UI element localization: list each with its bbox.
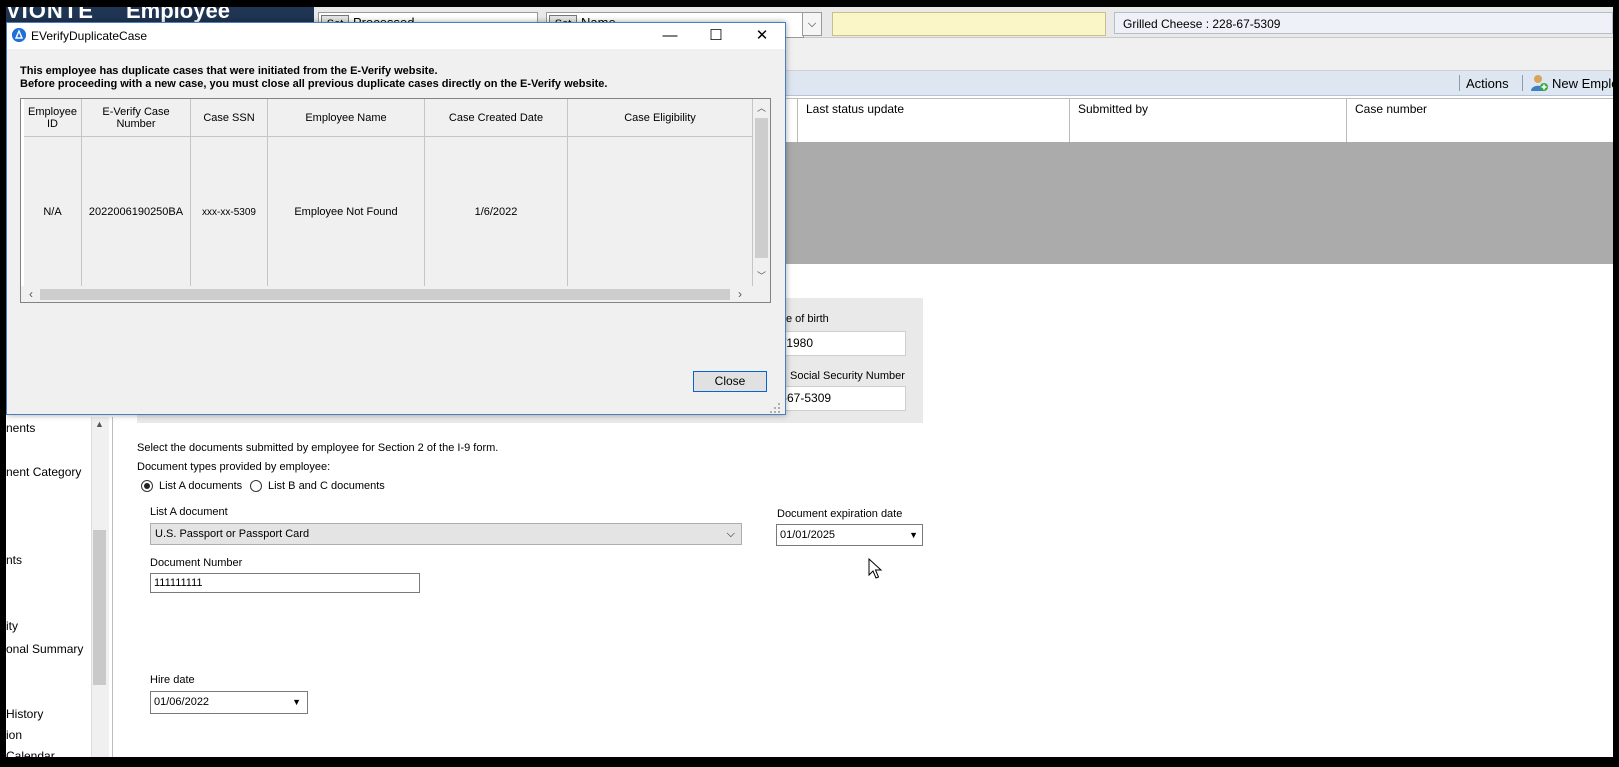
scroll-down-icon[interactable]: ﹀ xyxy=(754,269,769,282)
separator xyxy=(1522,75,1523,91)
screen-frame xyxy=(0,0,1619,7)
dialog-message-line2: Before proceeding with a new case, you m… xyxy=(20,78,608,90)
documents-instruction: Select the documents submitted by employ… xyxy=(137,442,499,454)
doc-expiration-label: Document expiration date xyxy=(777,508,903,520)
left-nav-item[interactable]: nents xyxy=(6,421,35,435)
column-submitted-by[interactable]: Submitted by xyxy=(1069,98,1346,120)
left-nav-item[interactable]: ity xyxy=(6,619,18,633)
new-employee-button[interactable]: New Emplo xyxy=(1552,76,1613,91)
column-employee-name[interactable]: Employee Name xyxy=(268,99,425,137)
column-case-ssn[interactable]: Case SSN xyxy=(191,99,268,137)
current-employee-field: Grilled Cheese : 228-67-5309 xyxy=(1114,12,1613,34)
cell-everify-case-number[interactable]: 2022006190250BA xyxy=(82,137,191,287)
screen-frame xyxy=(0,757,1619,767)
mouse-pointer-icon xyxy=(868,558,883,579)
table-vertical-scroll-thumb[interactable] xyxy=(755,118,768,258)
dob-field[interactable]: /1980 xyxy=(778,331,906,356)
maximize-icon[interactable]: ☐ xyxy=(693,23,739,49)
ssn-field[interactable]: -67-5309 xyxy=(778,386,906,411)
minimize-icon[interactable]: — xyxy=(647,23,693,49)
left-nav-item[interactable]: Calendar xyxy=(6,749,55,757)
list-bc-radio[interactable] xyxy=(250,480,262,492)
column-case-eligibility[interactable]: Case Eligibility xyxy=(568,99,753,137)
list-a-radio-label[interactable]: List A documents xyxy=(159,480,242,492)
screen-frame xyxy=(0,0,6,767)
scroll-right-icon[interactable]: › xyxy=(733,287,747,301)
cell-case-ssn[interactable]: xxx-xx-5309 xyxy=(191,137,268,287)
ssn-label: Social Security Number xyxy=(790,370,905,382)
doc-expiration-value: 01/01/2025 xyxy=(780,529,836,541)
scroll-left-icon[interactable]: ‹ xyxy=(24,287,38,301)
scroll-up-icon[interactable]: ▲ xyxy=(92,419,107,429)
left-nav-scroll-thumb[interactable] xyxy=(93,530,106,685)
doc-expiration-date-picker[interactable]: 01/01/2025 ▼ xyxy=(776,524,923,546)
duplicate-cases-table: Employee ID E-Verify Case Number Case SS… xyxy=(20,98,771,303)
hire-date-value: 01/06/2022 xyxy=(154,696,210,708)
doc-number-field[interactable]: 111111111 xyxy=(150,573,420,593)
left-nav-item[interactable]: onal Summary xyxy=(6,642,83,656)
list-a-select-value: U.S. Passport or Passport Card xyxy=(155,528,310,540)
resize-grip-icon[interactable] xyxy=(769,402,781,414)
hire-date-picker[interactable]: 01/06/2022 ▼ xyxy=(150,691,308,714)
scroll-up-icon[interactable]: ︿ xyxy=(754,101,769,114)
doc-number-label: Document Number xyxy=(150,557,243,569)
hire-date-label: Hire date xyxy=(150,674,195,686)
grid-cell-divider xyxy=(1069,120,1070,142)
column-everify-case-number[interactable]: E-Verify Case Number xyxy=(82,99,191,137)
list-a-radio[interactable] xyxy=(141,480,153,492)
list-bc-radio-label[interactable]: List B and C documents xyxy=(268,480,385,492)
column-employee-id[interactable]: Employee ID xyxy=(24,99,82,137)
screen-frame xyxy=(1613,0,1619,767)
cell-case-created-date[interactable]: 1/6/2022 xyxy=(425,137,568,287)
dropdown-arrow-icon[interactable]: ▼ xyxy=(292,692,301,713)
column-case-number[interactable]: Case number xyxy=(1346,98,1613,120)
separator xyxy=(1459,75,1460,91)
list-a-select[interactable]: U.S. Passport or Passport Card ⌵ xyxy=(150,523,742,545)
left-nav-item[interactable]: History xyxy=(6,707,43,721)
everify-duplicate-case-dialog: EVerifyDuplicateCase — ☐ ✕ This employee… xyxy=(6,22,786,415)
left-nav-item[interactable]: nent Category xyxy=(6,465,81,479)
cell-employee-name[interactable]: Employee Not Found xyxy=(268,137,425,287)
app-icon xyxy=(12,28,26,42)
left-nav-item[interactable]: ion xyxy=(6,728,22,742)
dropdown-arrow-icon[interactable]: ▼ xyxy=(909,525,918,545)
grid-cell-divider xyxy=(1346,120,1347,142)
brand-text: VIONTE xyxy=(6,7,94,23)
chevron-down-icon: ⌵ xyxy=(726,528,735,540)
dialog-message-line1: This employee has duplicate cases that w… xyxy=(20,65,438,77)
divider xyxy=(112,417,113,757)
search-field[interactable] xyxy=(832,12,1106,36)
actions-menu[interactable]: Actions xyxy=(1466,76,1509,91)
left-nav-item[interactable]: nts xyxy=(6,553,22,567)
doc-types-label: Document types provided by employee: xyxy=(137,461,331,473)
cell-case-eligibility[interactable] xyxy=(568,137,753,287)
close-button[interactable]: Close xyxy=(693,371,767,392)
dialog-title: EVerifyDuplicateCase xyxy=(31,29,148,43)
grid-cell-divider xyxy=(797,120,798,142)
cell-employee-id[interactable]: N/A xyxy=(24,137,82,287)
table-horizontal-scroll-thumb[interactable] xyxy=(40,289,730,300)
dob-label: e of birth xyxy=(786,313,829,325)
close-icon[interactable]: ✕ xyxy=(739,23,785,49)
column-last-status-update[interactable]: Last status update xyxy=(797,98,1069,120)
column-case-created-date[interactable]: Case Created Date xyxy=(425,99,568,137)
chevron-down-icon[interactable]: ⌵ xyxy=(802,12,822,36)
new-employee-icon[interactable] xyxy=(1530,74,1548,92)
list-a-label: List A document xyxy=(150,506,228,518)
brand-module-text: Employee xyxy=(126,7,230,23)
